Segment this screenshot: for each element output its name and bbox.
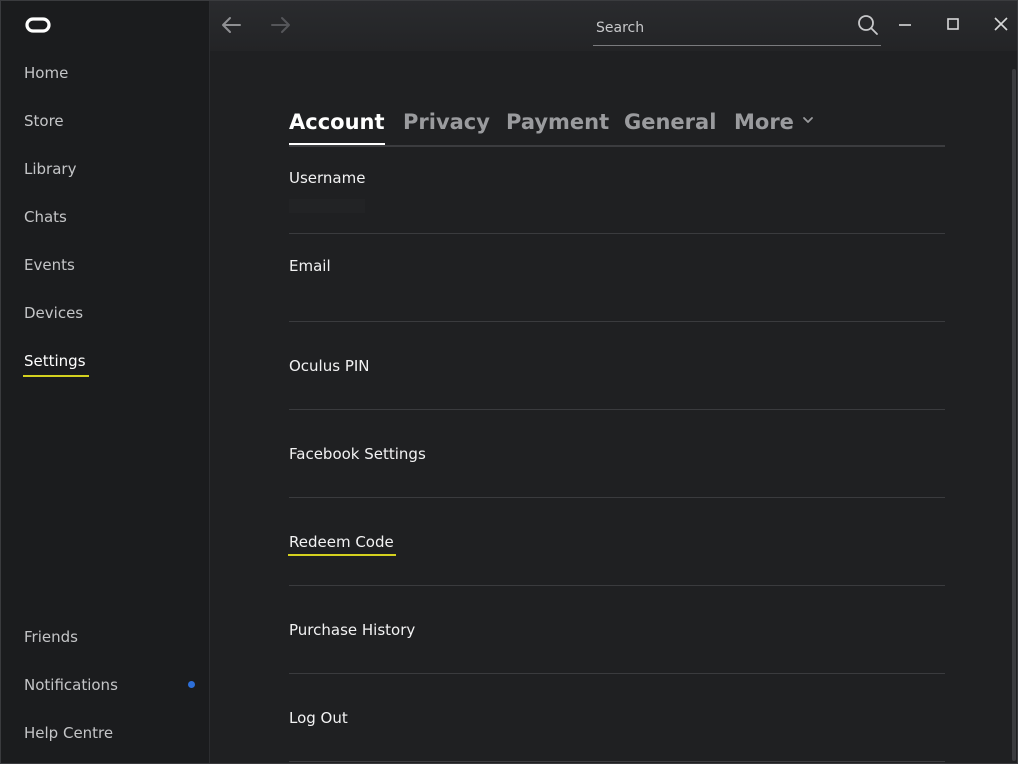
sidebar-item-label: Settings bbox=[24, 352, 86, 370]
tab-label: General bbox=[624, 110, 717, 134]
sidebar-item-label: Chats bbox=[24, 208, 67, 226]
sidebar-item-label: Library bbox=[24, 160, 77, 178]
tab-payment[interactable]: Payment bbox=[506, 107, 609, 141]
focus-indicator bbox=[288, 554, 396, 556]
arrow-left-icon[interactable] bbox=[220, 13, 244, 37]
sidebar-item-label: Notifications bbox=[24, 676, 118, 694]
sidebar-item-notifications[interactable]: Notifications bbox=[24, 671, 118, 699]
tab-label: Privacy bbox=[403, 110, 490, 134]
row-label: Email bbox=[289, 257, 331, 275]
sidebar-item-label: Home bbox=[24, 64, 69, 82]
sidebar: Home Store Library Chats Events Devices … bbox=[1, 1, 210, 763]
tab-label: Account bbox=[289, 110, 385, 134]
row-label: Log Out bbox=[289, 709, 348, 727]
sidebar-item-label: Events bbox=[24, 256, 75, 274]
active-indicator bbox=[23, 375, 89, 377]
username-value bbox=[289, 199, 365, 213]
sidebar-item-label: Devices bbox=[24, 304, 84, 322]
settings-row-facebook-settings[interactable]: Facebook Settings bbox=[289, 409, 945, 498]
close-icon[interactable] bbox=[990, 13, 1012, 35]
oculus-app-window: Home Store Library Chats Events Devices … bbox=[0, 0, 1018, 764]
notification-badge bbox=[188, 681, 195, 688]
sidebar-item-help-centre[interactable]: Help Centre bbox=[24, 719, 113, 747]
sidebar-item-home[interactable]: Home bbox=[24, 59, 68, 87]
tab-label: More bbox=[734, 110, 794, 134]
settings-tabs: Account Privacy Payment General More bbox=[289, 105, 945, 147]
arrow-right-icon[interactable] bbox=[268, 13, 292, 37]
minimize-icon[interactable] bbox=[894, 13, 916, 35]
top-bar bbox=[210, 1, 1017, 51]
settings-row-redeem-code[interactable]: Redeem Code bbox=[288, 497, 945, 586]
sidebar-item-label: Friends bbox=[24, 628, 78, 646]
sidebar-item-friends[interactable]: Friends bbox=[24, 623, 78, 651]
tab-more[interactable]: More bbox=[734, 107, 814, 141]
row-label: Username bbox=[289, 169, 366, 187]
sidebar-item-library[interactable]: Library bbox=[24, 155, 76, 183]
tab-account[interactable]: Account bbox=[289, 107, 385, 145]
search-icon[interactable] bbox=[857, 14, 879, 36]
settings-row-username[interactable]: Username bbox=[289, 145, 945, 234]
sidebar-item-events[interactable]: Events bbox=[24, 251, 75, 279]
sidebar-item-label: Help Centre bbox=[24, 724, 114, 742]
settings-row-purchase-history[interactable]: Purchase History bbox=[289, 585, 945, 674]
chevron-down-icon bbox=[803, 117, 813, 123]
settings-row-log-out[interactable]: Log Out bbox=[289, 673, 945, 762]
tab-privacy[interactable]: Privacy bbox=[403, 107, 490, 141]
settings-row-email[interactable]: Email bbox=[289, 233, 945, 322]
sidebar-item-settings[interactable]: Settings bbox=[23, 347, 89, 377]
row-label: Facebook Settings bbox=[289, 445, 426, 463]
settings-row-oculus-pin[interactable]: Oculus PIN bbox=[289, 321, 945, 410]
sidebar-item-store[interactable]: Store bbox=[24, 107, 64, 135]
tab-label: Payment bbox=[506, 110, 610, 134]
oculus-logo-icon[interactable] bbox=[25, 17, 51, 33]
sidebar-item-label: Store bbox=[24, 112, 64, 130]
tab-general[interactable]: General bbox=[624, 107, 716, 141]
maximize-icon[interactable] bbox=[942, 13, 964, 35]
row-label: Purchase History bbox=[289, 621, 416, 639]
sidebar-item-chats[interactable]: Chats bbox=[24, 203, 67, 231]
search-box bbox=[593, 11, 881, 46]
row-label: Redeem Code bbox=[289, 533, 394, 551]
sidebar-item-devices[interactable]: Devices bbox=[24, 299, 83, 327]
search-input[interactable] bbox=[594, 15, 848, 41]
row-label: Oculus PIN bbox=[289, 357, 370, 375]
scrollbar[interactable] bbox=[1012, 69, 1016, 761]
